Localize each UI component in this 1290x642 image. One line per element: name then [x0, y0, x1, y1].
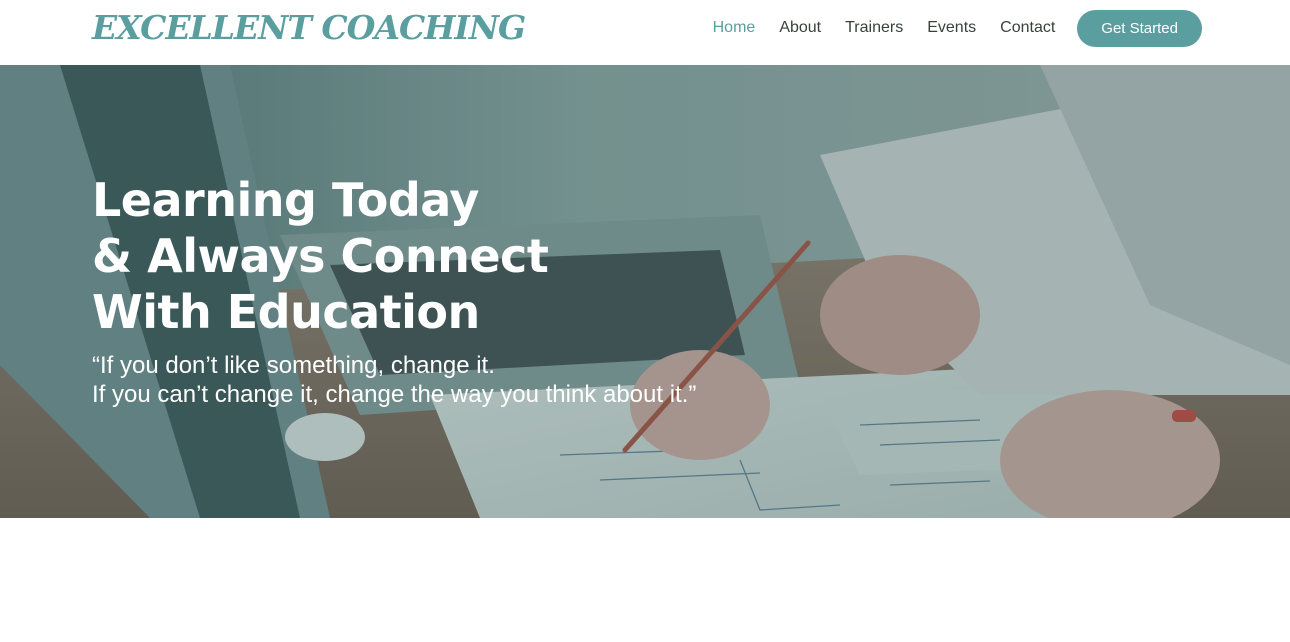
hero-title: Learning Today & Always Connect With Edu…: [92, 172, 549, 340]
nav-home[interactable]: Home: [713, 19, 756, 37]
site-header: EXCELLENT COACHING Home About Trainers E…: [0, 0, 1290, 65]
hero-quote-line: If you can’t change it, change the way y…: [92, 381, 697, 408]
hero-title-line: & Always Connect: [92, 229, 549, 283]
main-nav: Home About Trainers Events Contact Get S…: [689, 0, 1202, 56]
nav-contact[interactable]: Contact: [1000, 19, 1055, 37]
hero-quote: “If you don’t like something, change it.…: [92, 351, 696, 409]
nav-trainers[interactable]: Trainers: [845, 19, 903, 37]
hero-title-line: With Education: [92, 285, 480, 339]
page-content-area: [0, 518, 1290, 642]
nav-about[interactable]: About: [779, 19, 821, 37]
nav-events[interactable]: Events: [927, 19, 976, 37]
hero-section: Learning Today & Always Connect With Edu…: [0, 65, 1290, 518]
logo[interactable]: EXCELLENT COACHING: [92, 8, 526, 47]
hero-title-line: Learning Today: [92, 173, 479, 227]
hero-quote-line: “If you don’t like something, change it.: [92, 352, 495, 379]
get-started-button[interactable]: Get Started: [1077, 9, 1202, 47]
